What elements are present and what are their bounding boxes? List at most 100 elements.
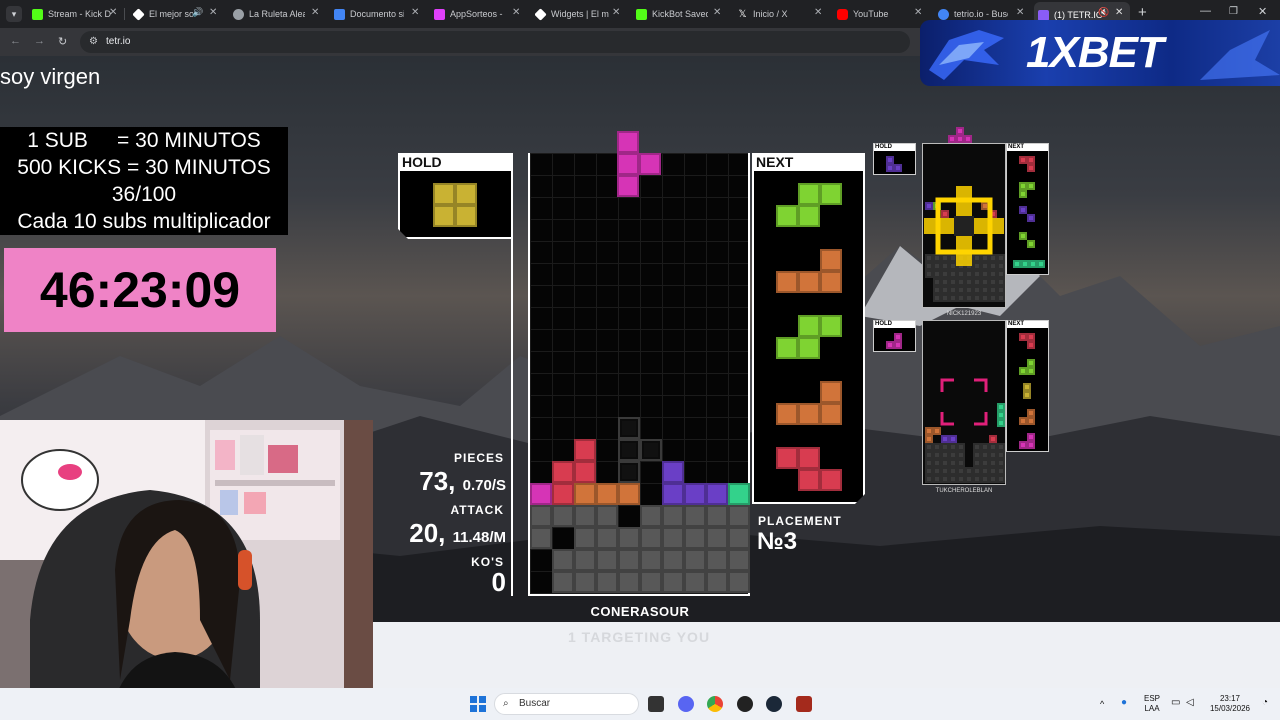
- opponent-next-cell: [1027, 182, 1035, 190]
- tab-close-icon[interactable]: ✕: [1016, 7, 1024, 18]
- site-info-icon[interactable]: ⚙: [89, 31, 98, 53]
- notification-bell-icon[interactable]: ◔: [1262, 698, 1268, 708]
- url-bar[interactable]: ⚙ tetr.io: [80, 31, 910, 53]
- opponent-garbage-cell: [997, 467, 1005, 475]
- opponent-next-cell: [1027, 417, 1035, 425]
- subathon-line-1: 1 SUB = 30 MINUTOS: [27, 129, 261, 152]
- chrome-icon[interactable]: [707, 696, 723, 712]
- opponent-next-cell: [1037, 260, 1045, 268]
- minimize-icon[interactable]: —: [1200, 5, 1211, 17]
- tab-close-icon[interactable]: ✕: [209, 7, 217, 18]
- opponent-2-next-label: NEXT: [1007, 321, 1048, 328]
- opponent-garbage-cell: [973, 443, 981, 451]
- tab-widgets[interactable]: Widgets | El m: [535, 4, 619, 24]
- network-icon[interactable]: ▭: [1171, 698, 1180, 708]
- language-indicator[interactable]: ESP LAA: [1140, 694, 1164, 714]
- opponent-garbage-cell: [989, 475, 997, 483]
- next-piece-cell: [798, 447, 820, 469]
- discord-icon[interactable]: [678, 696, 694, 712]
- windows-taskbar: ⌕ Buscar ^ ● ESP LAA ▭ ◁ 23:17 15/03/202…: [0, 688, 1280, 720]
- player-name: CONERASOUR: [590, 604, 690, 619]
- tab-appsorteos[interactable]: AppSorteos - I: [434, 4, 504, 24]
- tab-close-icon[interactable]: ✕: [411, 7, 419, 18]
- opponent-falling-cell: [956, 127, 964, 135]
- pieces-value: 73,: [419, 466, 456, 496]
- opponent-next-cell: [1019, 182, 1027, 190]
- tab-close-icon[interactable]: ✕: [612, 7, 620, 18]
- ghost-piece-cell: [618, 461, 640, 483]
- opponent-next-cell: [1013, 260, 1021, 268]
- mute-icon[interactable]: 🔇: [1098, 7, 1109, 18]
- ghost-piece-cell: [640, 439, 662, 461]
- placement-label: PLACEMENT: [758, 514, 842, 528]
- game-app-icon[interactable]: [796, 696, 812, 712]
- restore-icon[interactable]: ❐: [1229, 6, 1238, 17]
- opponent-garbage-cell: [949, 286, 957, 294]
- next-piece-cell: [798, 315, 820, 337]
- close-window-icon[interactable]: ✕: [1258, 5, 1267, 18]
- reload-icon[interactable]: ↻: [58, 35, 67, 48]
- opponent-next-cell: [1027, 240, 1035, 248]
- opponent-next-cell: [1027, 341, 1035, 349]
- back-arrow-icon[interactable]: ←: [10, 35, 21, 47]
- tab-close-icon[interactable]: ✕: [109, 7, 117, 18]
- clock[interactable]: 23:17 15/03/2026: [1204, 694, 1256, 714]
- garbage-cell: [684, 571, 706, 593]
- forward-arrow-icon[interactable]: →: [34, 35, 45, 47]
- volume-icon[interactable]: ◁: [1186, 698, 1194, 708]
- taskbar-search[interactable]: ⌕ Buscar: [494, 693, 639, 715]
- opponent-garbage-cell: [925, 451, 933, 459]
- opponent-garbage-cell: [925, 467, 933, 475]
- opponent-garbage-cell: [997, 443, 1005, 451]
- opponent-next-cell: [1027, 367, 1035, 375]
- tab-close-icon[interactable]: ✕: [713, 7, 721, 18]
- opponent-garbage-cell: [989, 294, 997, 302]
- tab-close-icon[interactable]: ✕: [814, 7, 822, 18]
- tab-youtube[interactable]: YouTube: [837, 4, 907, 24]
- next-piece-cell: [776, 447, 798, 469]
- tab-close-icon[interactable]: ✕: [1115, 7, 1123, 18]
- garbage-cell: [618, 549, 640, 571]
- windows-start-icon[interactable]: [470, 696, 486, 712]
- opponent-next-cell: [1019, 206, 1027, 214]
- obs-icon[interactable]: [737, 696, 753, 712]
- next-label: NEXT: [754, 153, 863, 171]
- url-text: tetr.io: [106, 36, 131, 47]
- opponent-garbage-cell: [957, 459, 965, 467]
- opponent-garbage-cell: [933, 443, 941, 451]
- language-top: ESP: [1143, 694, 1160, 703]
- steam-icon[interactable]: [766, 696, 782, 712]
- board-cell: [662, 483, 684, 505]
- opponent-garbage-cell: [957, 467, 965, 475]
- opponent-garbage-cell: [973, 286, 981, 294]
- x-logo-icon: 𝕏: [738, 8, 747, 20]
- tray-chevron-icon[interactable]: ^: [1100, 699, 1104, 709]
- opponent-garbage-cell: [949, 451, 957, 459]
- stream-status-text: soy virgen: [0, 64, 101, 89]
- opponent-2-hold: HOLD: [873, 320, 916, 352]
- ghost-piece-cell: [618, 439, 640, 461]
- opponent-falling-cell: [964, 135, 972, 143]
- tab-kickbot[interactable]: KickBot Saved: [636, 4, 708, 24]
- tab-close-icon[interactable]: ✕: [914, 7, 922, 18]
- garbage-cell: [596, 549, 618, 571]
- opponent-garbage-cell: [981, 286, 989, 294]
- microphone-icon[interactable]: ●: [1121, 698, 1127, 708]
- opponent-garbage-cell: [989, 270, 997, 278]
- tab-close-icon[interactable]: ✕: [311, 7, 319, 18]
- opponent-garbage-cell: [981, 459, 989, 467]
- tab-el-mejor[interactable]: El mejor so: [133, 4, 193, 24]
- tab-x-inicio[interactable]: 𝕏 Inicio / X: [737, 4, 807, 24]
- opponent-next-cell: [1027, 164, 1035, 172]
- wing-decoration-icon: [1200, 30, 1280, 80]
- tab-documento[interactable]: Documento sin: [334, 4, 404, 24]
- clock-time: 23:17: [1219, 694, 1241, 703]
- tab-search-icon[interactable]: ▾: [6, 6, 22, 22]
- tab-ruleta[interactable]: La Ruleta Alea: [233, 4, 305, 24]
- new-tab-button[interactable]: +: [1138, 4, 1147, 21]
- opponent-garbage-cell: [949, 459, 957, 467]
- board-cell: [596, 483, 618, 505]
- task-view-icon[interactable]: [648, 696, 664, 712]
- tab-close-icon[interactable]: ✕: [512, 7, 520, 18]
- next-piece-cell: [820, 469, 842, 491]
